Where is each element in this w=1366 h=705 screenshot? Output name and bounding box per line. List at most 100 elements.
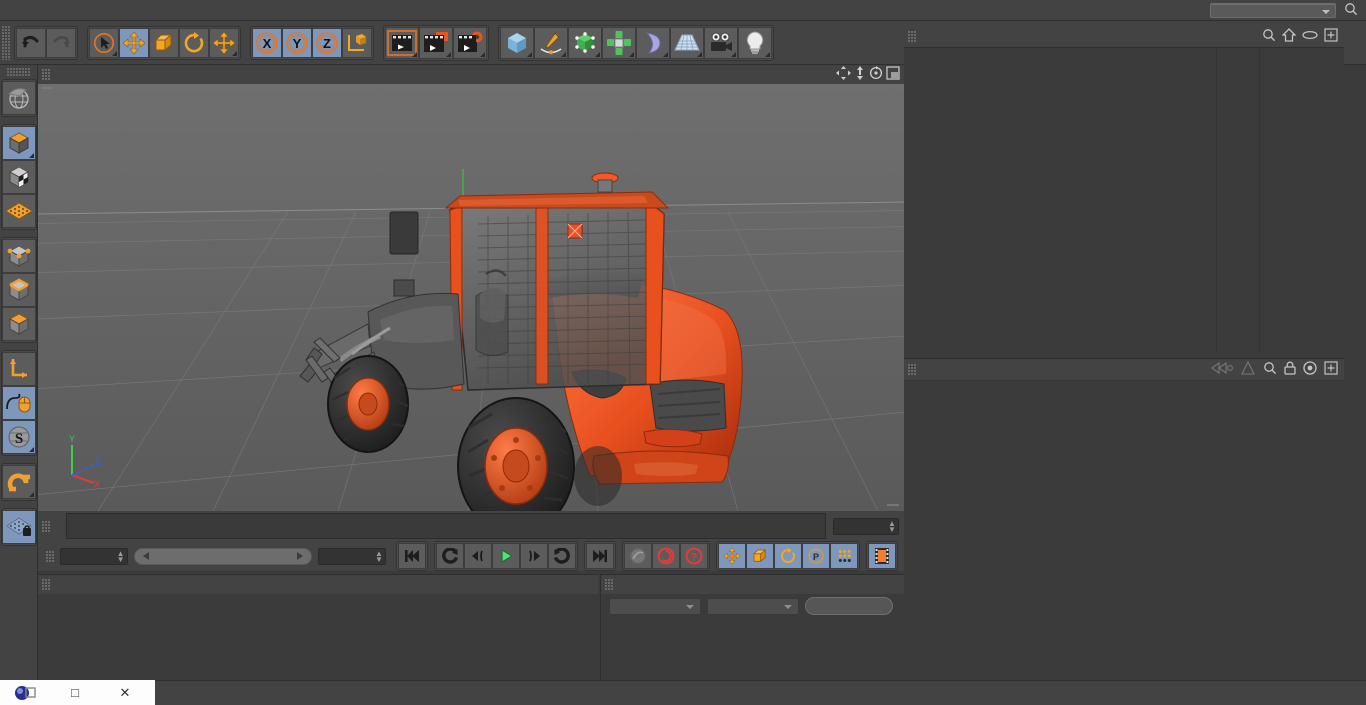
object-tree[interactable] <box>904 47 1344 353</box>
viewport-panel: Y X Z <box>38 65 904 511</box>
play-backwards-button[interactable] <box>435 543 464 569</box>
expand-icon[interactable] <box>1324 27 1338 45</box>
material-grid[interactable] <box>38 594 598 598</box>
material-menu-grip[interactable] <box>42 579 51 590</box>
make-editable-button[interactable] <box>1 126 36 160</box>
current-frame-field[interactable]: ▲ ▼ <box>59 547 128 565</box>
playbar-group-transport <box>433 541 578 571</box>
range-right-arrow[interactable] <box>296 551 303 560</box>
viewport-solo-button[interactable] <box>1 386 36 420</box>
eye-icon[interactable] <box>1302 30 1318 43</box>
move-tool[interactable] <box>119 27 149 58</box>
timeline-frame-field[interactable]: ▲ ▼ <box>833 517 899 535</box>
add-light-button[interactable] <box>738 26 772 59</box>
close-button[interactable]: ✕ <box>100 680 150 705</box>
world-object-axis[interactable] <box>342 27 372 58</box>
go-to-end-button[interactable] <box>585 543 614 569</box>
timeline-ruler[interactable] <box>66 513 826 539</box>
layout-dropdown[interactable] <box>1210 2 1336 18</box>
end-frame-spinner[interactable]: ▲ ▼ <box>375 549 383 564</box>
play-forwards-button[interactable] <box>491 543 520 569</box>
texture-mode-button[interactable] <box>1 194 36 228</box>
search-icon[interactable] <box>1263 361 1277 378</box>
lock-y-axis[interactable]: Y <box>282 27 312 58</box>
add-camera-button[interactable] <box>704 26 738 59</box>
add-spline-button[interactable] <box>534 26 568 59</box>
attributes-body[interactable] <box>904 380 1344 680</box>
rotate-tool[interactable] <box>179 27 209 58</box>
object-manager-grip[interactable] <box>908 30 917 42</box>
home-icon[interactable] <box>1281 27 1297 45</box>
position-key-button[interactable] <box>717 543 746 569</box>
svg-text:P: P <box>813 552 819 562</box>
workplane-button[interactable]: S <box>1 420 36 454</box>
select-tool[interactable] <box>89 27 119 58</box>
render-view-button[interactable] <box>385 26 419 59</box>
target-icon[interactable] <box>1303 361 1317 378</box>
coordinates-manager <box>600 574 904 680</box>
orbit-icon[interactable] <box>869 66 883 83</box>
rotation-key-button[interactable] <box>773 543 802 569</box>
timeline-frame-spinner[interactable]: ▲ ▼ <box>888 519 896 534</box>
viewport-menu-grip[interactable] <box>42 69 51 80</box>
move-dynamic-tool[interactable] <box>209 27 239 58</box>
enable-axis-button[interactable] <box>1 352 36 386</box>
coordinate-system-dropdown[interactable] <box>609 597 701 615</box>
add-scene-object-button[interactable] <box>670 26 704 59</box>
maximize-icon[interactable] <box>886 66 900 83</box>
render-to-picture-viewer-button[interactable] <box>419 26 453 59</box>
viewport-nav-icons <box>836 66 904 83</box>
render-region-tool[interactable] <box>1 81 36 115</box>
play-loop-button[interactable] <box>547 543 576 569</box>
material-manager <box>38 574 598 680</box>
autokeying-button[interactable] <box>651 543 680 569</box>
range-left-arrow[interactable] <box>142 551 149 560</box>
search-icon[interactable] <box>1344 2 1358 19</box>
undo-button[interactable] <box>16 27 46 58</box>
viewport-camera-label[interactable] <box>42 87 52 89</box>
lock-icon[interactable] <box>1284 361 1296 378</box>
add-cube-button[interactable] <box>500 26 534 59</box>
timeline-grip[interactable] <box>42 520 51 532</box>
preview-range-slider[interactable] <box>133 547 312 565</box>
previous-frame-button[interactable] <box>463 543 492 569</box>
keyframe-selection-button[interactable]: ? <box>679 543 708 569</box>
lock-z-axis[interactable]: Z <box>312 27 342 58</box>
coordinates-grip[interactable] <box>605 579 614 590</box>
c4d-app-icon[interactable] <box>0 680 50 705</box>
maxon-cinema4d-branding <box>2 492 36 652</box>
toolbar-grip[interactable] <box>2 25 11 60</box>
edges-mode-button[interactable] <box>1 273 36 307</box>
add-deformer-button[interactable] <box>636 26 670 59</box>
add-generator-button[interactable] <box>568 26 602 59</box>
apply-button[interactable] <box>805 597 893 615</box>
pan-icon[interactable] <box>836 66 851 83</box>
left-toolbar-grip[interactable] <box>6 68 31 77</box>
point-level-animation-button[interactable] <box>829 543 858 569</box>
expand-icon[interactable] <box>1324 361 1338 378</box>
add-mograph-button[interactable] <box>602 26 636 59</box>
points-mode-button[interactable] <box>1 239 36 273</box>
timeline-filmstrip-button[interactable] <box>867 543 896 569</box>
coordinate-mode-dropdown[interactable] <box>707 597 799 615</box>
attributes-grip[interactable] <box>908 364 917 375</box>
scale-key-button[interactable] <box>745 543 774 569</box>
playbar-grip[interactable] <box>46 550 55 562</box>
current-frame-spinner[interactable]: ▲ ▼ <box>117 549 125 564</box>
model-mode-button[interactable] <box>1 160 36 194</box>
render-settings-button[interactable] <box>453 26 487 59</box>
perspective-viewport[interactable]: Y X Z <box>38 84 904 511</box>
dolly-icon[interactable] <box>854 66 866 83</box>
param-key-button[interactable]: P <box>801 543 830 569</box>
coordinates-footer <box>601 594 904 615</box>
search-icon[interactable] <box>1262 28 1276 45</box>
history-forward-icon[interactable] <box>1240 360 1256 378</box>
scale-tool[interactable] <box>149 27 179 58</box>
minimize-button[interactable]: □ <box>50 680 100 705</box>
end-frame-field[interactable]: ▲ ▼ <box>317 547 386 565</box>
next-frame-button[interactable] <box>519 543 548 569</box>
history-back-icon[interactable] <box>1211 361 1233 377</box>
lock-x-axis[interactable]: X <box>252 27 282 58</box>
polygons-mode-button[interactable] <box>1 307 36 341</box>
go-to-start-button[interactable] <box>397 543 426 569</box>
